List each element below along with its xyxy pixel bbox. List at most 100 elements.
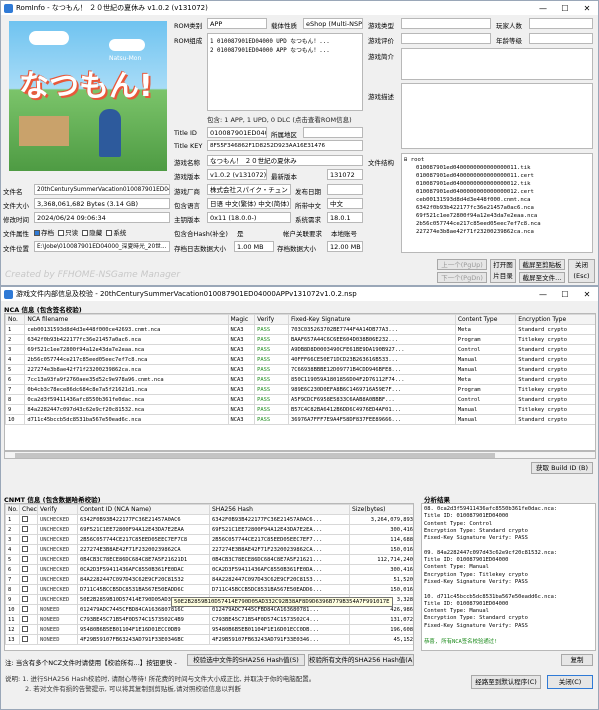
nca-horizontal-scrollbar[interactable]: [4, 451, 596, 459]
nca-column-header[interactable]: No.: [5, 314, 26, 325]
cnmt-column-header[interactable]: No.: [5, 504, 20, 515]
desc-label: 游戏描述: [368, 93, 394, 101]
row-checkbox[interactable]: [19, 584, 38, 595]
open-image-dir-button[interactable]: 打开图片目录: [490, 259, 516, 283]
row-checkbox[interactable]: [19, 554, 38, 565]
nca-table-container[interactable]: No. NCA filename Magic Verify Fixed-Key Sign…: [4, 313, 596, 451]
main-close-button[interactable]: 关闭(Esc): [568, 259, 595, 283]
tree-file-item[interactable]: 010087901ed0400000000000000012.tik: [404, 180, 590, 188]
copy-button[interactable]: 复制: [561, 654, 593, 666]
cnmt-column-header[interactable]: Size(bytes): [349, 504, 413, 515]
tree-file-item[interactable]: 69f521c1ee72800f94a12e43da7e2eaa.nca: [404, 212, 590, 220]
tree-file-item[interactable]: 010087901ed0400000000000000011.cert: [404, 172, 590, 180]
table-row[interactable]: 3 69f521c1ee72800f94a12e43da7e2eaa.nca NCA…: [5, 344, 595, 355]
row-checkbox[interactable]: [19, 634, 38, 645]
row-checkbox[interactable]: [19, 514, 38, 525]
file-pos-field[interactable]: E:\Jobe\010087901ED04000_深夏時光_20世...: [34, 241, 170, 252]
row-checkbox[interactable]: [19, 604, 38, 615]
desc-box[interactable]: [401, 83, 593, 149]
prev-button[interactable]: 上一个(PgUp): [437, 259, 487, 270]
checkbox-icon: [22, 556, 28, 563]
tree-root[interactable]: ⊟ root: [404, 156, 590, 164]
minimize-icon[interactable]: —: [532, 4, 554, 13]
cnmt-table[interactable]: No.CheckVerifyContent ID (NCA Name)SHA25…: [5, 504, 413, 645]
nca-column-header[interactable]: Content Type: [454, 314, 517, 325]
table-row[interactable]: 6 UNCHECKED 0CA2D3F59411436AFC8550B361FE0D…: [5, 564, 413, 575]
table-row[interactable]: 8 0ca2d3f59411436afc8550b361fe0dac.nca NCA…: [5, 394, 595, 405]
close-icon[interactable]: ✕: [576, 290, 598, 299]
row-checkbox[interactable]: [19, 574, 38, 585]
table-row[interactable]: 4 2b56c057744ce217c85eed05eec7ef7c8.nca NC…: [5, 354, 595, 365]
cnmt-column-header[interactable]: Verify: [37, 504, 78, 515]
nca-column-header[interactable]: Verify: [254, 314, 289, 325]
row-checkbox[interactable]: [19, 564, 38, 575]
rom-compose-item[interactable]: 2 010087901ED04000 APP なつもん！...: [210, 45, 360, 54]
screenshot-file-button[interactable]: 截屏至文件...: [519, 272, 565, 283]
cnmt-column-header[interactable]: Content ID (NCA Name): [77, 504, 210, 515]
table-row[interactable]: 1 UNCHECKED 6342F0B93B422177FC36E21457A0AC…: [5, 514, 413, 525]
tree-file-item[interactable]: 2b56c057744ce217c85eed05eec7ef7c8.nca: [404, 220, 590, 228]
table-row[interactable]: 12 NONEED 95480B6B5EB01104F1E16D01ECC0DB9 9…: [5, 624, 413, 635]
table-row[interactable]: 9 84a2282447c097d43c62e9cf20c81532.nca NCA…: [5, 404, 595, 415]
table-row[interactable]: 3 UNCHECKED 2B56C057744CE217C85EED05EEC7EF…: [5, 534, 413, 545]
collapse-icon[interactable]: ⊟: [404, 157, 411, 163]
cnmt-table-container[interactable]: No.CheckVerifyContent ID (NCA Name)SHA25…: [4, 503, 414, 651]
attr-hidden-checkbox[interactable]: 隐藏: [82, 229, 102, 237]
verify-close-button[interactable]: 关闭(C): [547, 675, 593, 689]
nca-column-header[interactable]: Encryption Type: [515, 314, 595, 325]
attr-archive-checkbox[interactable]: 存档: [34, 229, 54, 237]
cnmt-column-header[interactable]: Check: [19, 504, 38, 515]
rom-compose-list[interactable]: 1 010087901ED04000 UPD なつもん！... 2 010087…: [207, 33, 363, 111]
maximize-icon[interactable]: ☐: [554, 4, 576, 13]
scrollbar-thumb[interactable]: [15, 453, 495, 458]
table-row[interactable]: 6 7cc13a93fa9f2760aee35d52c9e978a96.cnmt.…: [5, 374, 595, 385]
table-row[interactable]: 11 NONEED C793BE45C71B54F0D574C1573502C4B9…: [5, 614, 413, 625]
cnmt-column-header[interactable]: SHA256 Hash: [209, 504, 350, 515]
nca-column-header[interactable]: Magic: [227, 314, 256, 325]
table-row[interactable]: 7 0b4cb3c78ece86dc684c8e7a5f21621d1.nca NC…: [5, 384, 595, 395]
maximize-icon[interactable]: ☐: [554, 290, 576, 299]
table-row[interactable]: 2 UNCHECKED 69F521C1EE72800F94A12E43DA7E2E…: [5, 524, 413, 535]
file-tree[interactable]: ⊟ root 010087901ed0400000000000000011.ti…: [401, 153, 593, 253]
tree-file-item[interactable]: 010087901ed0400000000000000012.cert: [404, 188, 590, 196]
table-row[interactable]: 8 UNCHECKED D711C45BCCB5DC8531BA567E50EADD…: [5, 584, 413, 595]
minimize-icon[interactable]: —: [532, 290, 554, 299]
table-row[interactable]: 4 UNCHECKED 227274E3B8AE42F71F23200239862C…: [5, 544, 413, 555]
attr-readonly-checkbox[interactable]: 只读: [58, 229, 78, 237]
nca-column-header[interactable]: Fixed-Key Signature: [287, 314, 456, 325]
default-program-button[interactable]: 经路至到默认程序(C): [471, 675, 541, 689]
table-row[interactable]: 13 NONEED 4F29B59107FB63243AD791F33E0346BC…: [5, 634, 413, 645]
table-row[interactable]: 1 ceb00131593d8d4d3e448f000ce42693.cnmt.n…: [5, 324, 595, 335]
verify-selected-button[interactable]: 校验选中文件的SHA256 Hash值(S): [187, 654, 305, 666]
rom-compose-item[interactable]: 1 010087901ED04000 UPD なつもん！...: [210, 36, 360, 45]
row-checkbox[interactable]: [19, 524, 38, 535]
table-row[interactable]: 10 d711c45bccb5dc8531ba567e50ead6c.nca NCA…: [5, 414, 595, 425]
table-row[interactable]: 2 6342f0b93b422177fc36e21457a0ac6.nca NCA3…: [5, 334, 595, 345]
row-checkbox[interactable]: [19, 544, 38, 555]
intro-box[interactable]: [401, 48, 593, 80]
package-info[interactable]: 包含: 1 APP, 1 UPD, 0 DLC (点击查看ROM信息): [207, 114, 352, 124]
attr-system-checkbox[interactable]: 系统: [106, 229, 126, 237]
verify-all-button[interactable]: 校验所有文件的SHA256 Hash值(A): [308, 654, 414, 666]
tree-file-item[interactable]: 227274e3b8ae42f71f23200239862ca.nca: [404, 228, 590, 236]
table-row[interactable]: 5 UNCHECKED 0B4CB3C78ECE86DC684C8E7A5F2162…: [5, 554, 413, 565]
row-checkbox[interactable]: [19, 614, 38, 625]
next-button[interactable]: 下一个(PgDn): [437, 272, 487, 283]
tree-file-item[interactable]: 010087901ed0400000000000000011.tik: [404, 164, 590, 172]
get-build-id-button[interactable]: 获取 Build ID (B): [531, 462, 593, 474]
screenshot-clipboard-button[interactable]: 截屏至剪贴板: [519, 259, 565, 270]
tree-file-item[interactable]: ceb00131593d8d4d3e448f000.cnmt.nca: [404, 196, 590, 204]
table-row[interactable]: 7 UNCHECKED 84A2282447C097D43C62E9CF20C815…: [5, 574, 413, 585]
analysis-box[interactable]: 08. 0ca2d3f59411436afc8550b361fe0dac.nca…: [421, 503, 596, 651]
close-icon[interactable]: ✕: [576, 4, 598, 13]
tree-file-item[interactable]: 6342f0b93b422177fc36e21457a0ac6.nca: [404, 204, 590, 212]
row-checkbox[interactable]: [19, 624, 38, 635]
nca-column-header[interactable]: NCA filename: [24, 314, 229, 325]
row-checkbox[interactable]: [19, 534, 38, 545]
attr-label: 存档: [41, 229, 54, 237]
nca-table[interactable]: No. NCA filename Magic Verify Fixed-Key Sign…: [5, 314, 595, 425]
table-row[interactable]: 5 227274e3b8ae42f71f23200239862ca.nca NCA3…: [5, 364, 595, 375]
file-struct-label: 文件结构: [368, 159, 394, 167]
table-cell: PASS: [254, 394, 289, 405]
row-checkbox[interactable]: [19, 594, 38, 605]
